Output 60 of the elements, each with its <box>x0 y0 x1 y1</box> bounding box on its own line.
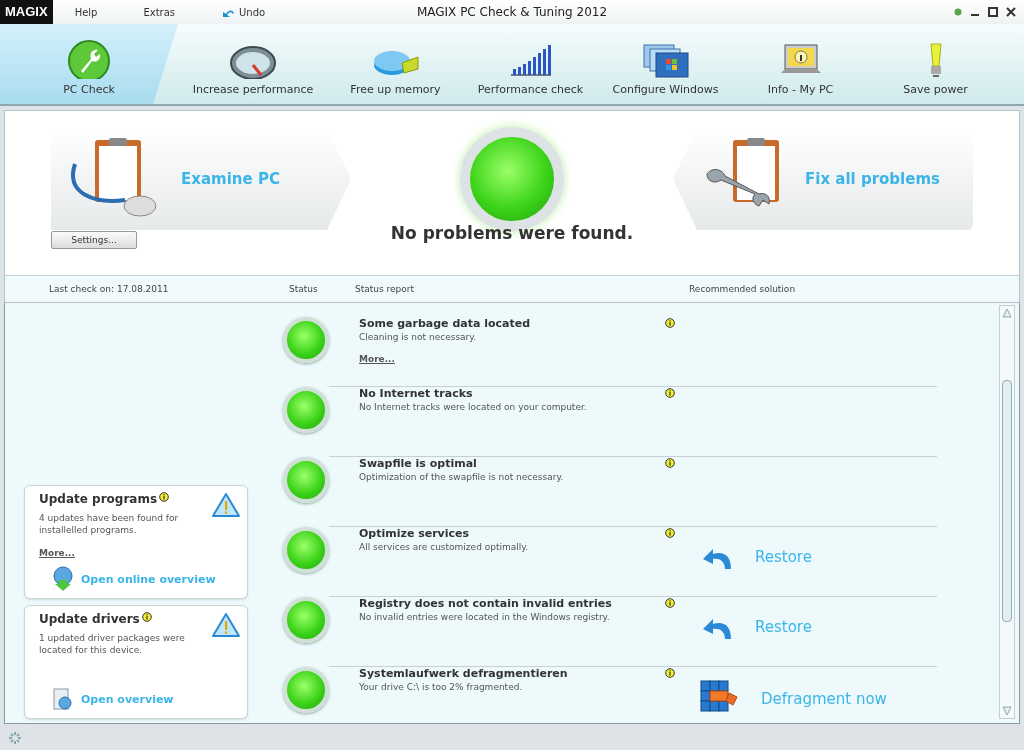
info-icon[interactable] <box>665 388 675 398</box>
info-icon[interactable] <box>159 492 170 502</box>
column-header: Status <box>289 284 319 294</box>
check-title: No Internet tracks <box>359 387 474 400</box>
check-title: Systemlaufwerk defragmentieren <box>359 667 569 680</box>
check-description: All services are customized optimally. <box>359 542 530 552</box>
card-title: Update drivers <box>39 612 140 626</box>
info-icon[interactable] <box>665 668 675 678</box>
info-icon[interactable] <box>141 612 152 622</box>
info-icon[interactable] <box>665 598 675 608</box>
window-title: MAGIX PC Check & Tuning 2012 <box>416 5 608 19</box>
status-message: No problems were found. <box>390 223 634 243</box>
check-description: No Internet tracks were located on your computer. <box>359 402 588 412</box>
info-icon[interactable] <box>665 318 675 328</box>
status-dot-icon <box>954 8 962 16</box>
info-icon[interactable] <box>665 528 675 538</box>
globe-download-icon <box>51 566 75 592</box>
nav-tab[interactable]: PC Check <box>0 24 178 104</box>
card-text: 4 updates have been found for installelled programs. <box>39 512 180 536</box>
warning-icon <box>211 612 241 638</box>
nav-tab[interactable]: Save power <box>868 24 1003 104</box>
check-title: Registry does not contain invalid entries <box>359 597 613 610</box>
maximize-icon[interactable] <box>988 7 998 17</box>
status-light <box>283 667 329 713</box>
check-title: Optimize services <box>359 527 471 540</box>
nav-tab[interactable]: Free up memory <box>328 24 463 104</box>
more-link[interactable]: More... <box>39 548 75 558</box>
check-description: No invalid entries were located in the Windows registry. <box>359 612 611 622</box>
menu-item[interactable]: Extras <box>143 6 198 18</box>
more-link[interactable]: More... <box>359 354 395 364</box>
spinner-icon <box>8 731 22 745</box>
settings-button[interactable]: Settings... <box>51 231 137 249</box>
nav-tab[interactable]: Performance check <box>463 24 598 104</box>
scrollbar-thumb[interactable] <box>1002 380 1012 622</box>
nav-tab[interactable]: Configure Windows <box>598 24 733 104</box>
check-title: Some garbage data located <box>359 317 532 330</box>
column-header: Recommended solution <box>689 284 796 294</box>
menu-item[interactable]: Help <box>74 6 120 18</box>
app-logo: MAGIX <box>0 0 53 24</box>
last-check-date: Last check on: 17.08.2011 <box>49 284 170 294</box>
status-light <box>283 457 329 503</box>
check-description: Cleaning is not necessary. <box>359 332 478 342</box>
menu-item[interactable]: Undo <box>221 6 288 18</box>
check-title: Swapfile is optimal <box>359 457 478 470</box>
warning-icon <box>211 492 241 518</box>
nav-tab[interactable]: Info - My PC <box>733 24 868 104</box>
status-light <box>283 387 329 433</box>
scrollbar[interactable] <box>999 305 1015 719</box>
column-header: Status report <box>355 284 416 294</box>
status-light <box>283 317 329 363</box>
wrench-icon <box>65 39 113 79</box>
status-light <box>283 597 329 643</box>
card-title: Update programs <box>39 492 158 506</box>
check-description: Your drive C:\ is too 2% fragmented. <box>359 682 524 692</box>
nav-tab[interactable]: Increase performance <box>178 24 328 104</box>
check-description: Optimization of the swapfile is not necessary. <box>359 472 565 482</box>
status-light <box>283 527 329 573</box>
card-text: 1 updated driver packages were located for this device. <box>39 632 186 656</box>
close-icon[interactable] <box>1006 7 1016 17</box>
info-icon[interactable] <box>665 458 675 468</box>
